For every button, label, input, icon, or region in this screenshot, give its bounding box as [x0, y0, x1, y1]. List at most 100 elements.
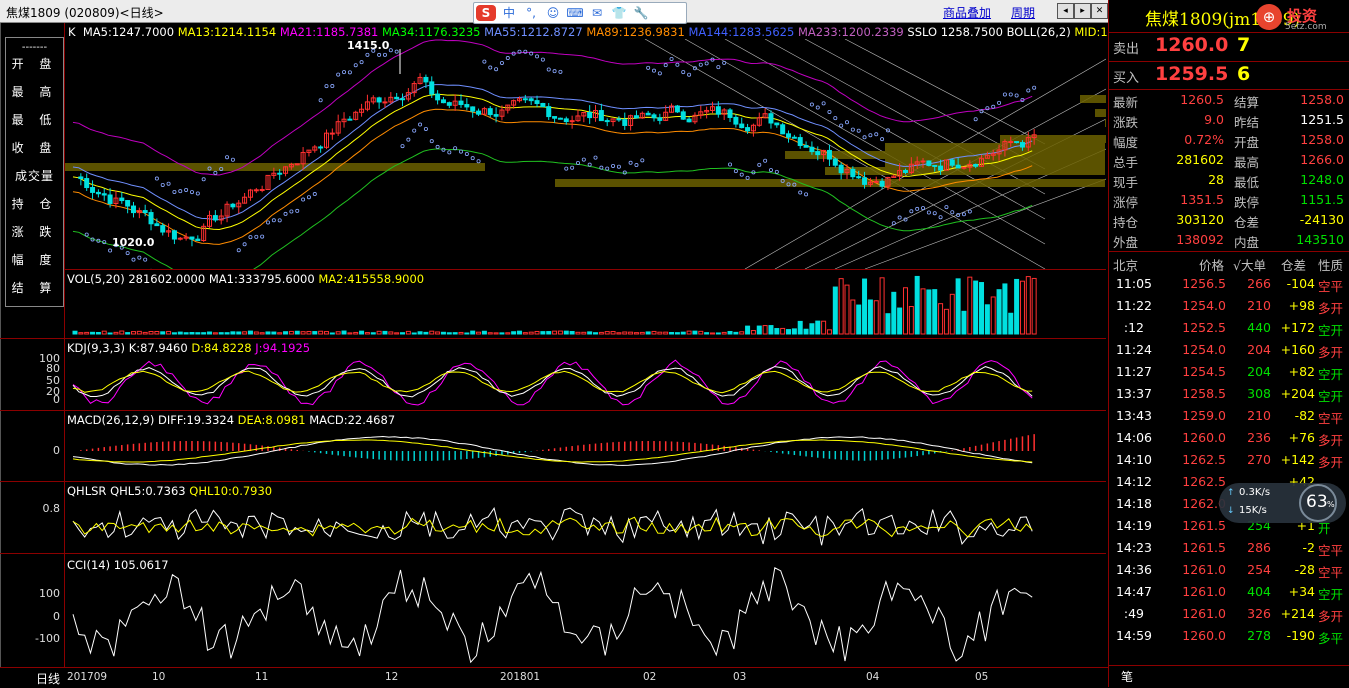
- macd-panel[interactable]: MACD(26,12,9) DIFF:19.3324 DEA:8.0981 MA…: [65, 410, 1106, 482]
- volume-profile-bar: [555, 179, 1105, 187]
- candlestick-chart[interactable]: [65, 39, 1106, 269]
- close-icon[interactable]: ✕: [1091, 3, 1108, 19]
- tick-row: 11:22 1254.0 210 +98 多开: [1115, 298, 1344, 316]
- x-label: 201801: [500, 671, 541, 683]
- sar-dot: [295, 208, 300, 213]
- sar-dot: [137, 255, 142, 260]
- kdj-chart: [72, 359, 1033, 406]
- tick-row: :12 1252.5 440 +172 空开: [1123, 320, 1344, 338]
- volume-bar: [616, 332, 622, 335]
- volume-bar: [335, 331, 341, 335]
- period-link[interactable]: 周期: [1011, 4, 1035, 21]
- candle-body: [768, 113, 774, 124]
- volume-bar: [604, 331, 610, 335]
- volume-bar: [797, 320, 803, 335]
- volume-bar: [879, 277, 885, 335]
- volume-bar: [581, 331, 587, 335]
- skin-icon[interactable]: 👕: [608, 3, 630, 23]
- candle-body: [791, 136, 797, 139]
- settings-wrench-icon[interactable]: 🔧: [630, 3, 652, 23]
- volume-bar: [534, 330, 540, 335]
- sar-dot: [967, 209, 972, 214]
- volume-bar: [774, 328, 780, 335]
- menu-change[interactable]: 涨 跌: [6, 223, 63, 240]
- candle-body: [1014, 141, 1020, 144]
- volume-bar: [739, 331, 745, 335]
- menu-high[interactable]: 最 高: [6, 83, 63, 100]
- volume-bar: [920, 288, 926, 335]
- volume-bar: [236, 331, 242, 335]
- x-label: 05: [975, 671, 989, 683]
- emoji-icon[interactable]: ☺: [542, 3, 564, 23]
- ime-punct-icon[interactable]: °,: [520, 3, 542, 23]
- x-label: 10: [152, 671, 166, 683]
- volume-bar: [663, 331, 669, 335]
- sar-dot: [382, 52, 387, 57]
- sar-dot: [108, 248, 113, 253]
- volume-bar: [113, 331, 119, 335]
- keyboard-icon[interactable]: ⌨: [564, 3, 586, 23]
- menu-position[interactable]: 持 仓: [6, 195, 63, 212]
- sar-dot: [225, 155, 230, 160]
- volume-bar: [768, 325, 774, 335]
- sar-dot: [324, 84, 329, 89]
- volume-bar: [487, 332, 493, 335]
- menu-amplitude[interactable]: 幅 度: [6, 251, 63, 268]
- volume-profile-bar: [65, 163, 485, 171]
- volume-bar: [622, 331, 628, 335]
- volume-bar: [288, 330, 294, 335]
- cci-panel[interactable]: CCI(14) 105.0617: [65, 553, 1106, 668]
- sar-dot: [1002, 92, 1007, 97]
- volume-bar: [786, 329, 792, 335]
- volume-bar: [458, 331, 464, 335]
- kline-panel[interactable]: K MA5:1247.7000 MA13:1214.1154 MA21:1185…: [65, 23, 1130, 269]
- sogou-logo-icon[interactable]: S: [476, 5, 496, 21]
- tab-ticks[interactable]: 笔: [1121, 668, 1133, 685]
- ma-legend-item: MA144:1283.5625: [688, 25, 798, 39]
- sar-dot: [897, 215, 902, 220]
- candle-body: [815, 151, 821, 156]
- volume-bar: [329, 332, 335, 335]
- volume-bar: [902, 287, 908, 335]
- network-speed-widget[interactable]: ↑ 0.3K/s ↓ 15K/s 63 %: [1219, 483, 1346, 523]
- tick-row: 13:43 1259.0 210 -82 空平: [1115, 408, 1344, 426]
- sar-dot: [687, 72, 692, 77]
- minimize-icon[interactable]: ◂: [1057, 3, 1074, 19]
- menu-open[interactable]: 开 盘: [6, 55, 63, 72]
- volume-bar: [1025, 276, 1031, 335]
- mail-icon[interactable]: ✉: [586, 3, 608, 23]
- menu-settle[interactable]: 结 算: [6, 279, 63, 296]
- menu-low[interactable]: 最 低: [6, 111, 63, 128]
- volume-bar: [476, 331, 482, 335]
- sar-dot: [587, 162, 592, 167]
- restore-icon[interactable]: ▸: [1074, 3, 1091, 19]
- volume-bar: [955, 278, 961, 335]
- candle-body: [189, 236, 195, 240]
- sar-dot: [464, 151, 469, 156]
- volume-bar: [949, 293, 955, 335]
- ime-toolbar[interactable]: S 中 °, ☺ ⌨ ✉ 👕 🔧: [473, 2, 687, 24]
- volume-bar: [72, 330, 78, 335]
- volume-bar: [593, 332, 599, 335]
- qhlsr-panel[interactable]: QHLSR QHL5:0.7363 QHL10:0.7930: [65, 481, 1106, 554]
- kdj-panel[interactable]: KDJ(9,3,3) K:87.9460 D:84.8228 J:94.1925: [65, 338, 1106, 411]
- sar-dot: [535, 54, 540, 59]
- menu-volume[interactable]: 成交量: [6, 167, 63, 184]
- menu-close[interactable]: 收 盘: [6, 139, 63, 156]
- sar-dot: [540, 57, 545, 62]
- tick-list[interactable]: 11:05 1256.5 266 -104 空平 11:22 1254.0 210 +98 多开:…: [1109, 273, 1349, 663]
- ime-lang-icon[interactable]: 中: [498, 3, 520, 23]
- sar-dot: [1014, 93, 1019, 98]
- period-label[interactable]: 日线: [36, 670, 60, 687]
- volume-bar: [277, 332, 283, 335]
- volume-bar: [587, 331, 593, 335]
- sar-dot: [728, 162, 733, 167]
- sar-dot: [195, 191, 200, 196]
- volume-bar: [429, 330, 435, 335]
- volume-bar: [639, 331, 645, 335]
- overlay-link[interactable]: 商品叠加: [943, 4, 991, 21]
- volume-panel[interactable]: VOL(5,20) 281602.0000 MA1:333795.6000 MA…: [65, 269, 1106, 338]
- volume-bar: [440, 331, 446, 335]
- stats-row: 涨停 1351.5 跌停 1151.5: [1113, 192, 1344, 210]
- sar-dot: [739, 172, 744, 177]
